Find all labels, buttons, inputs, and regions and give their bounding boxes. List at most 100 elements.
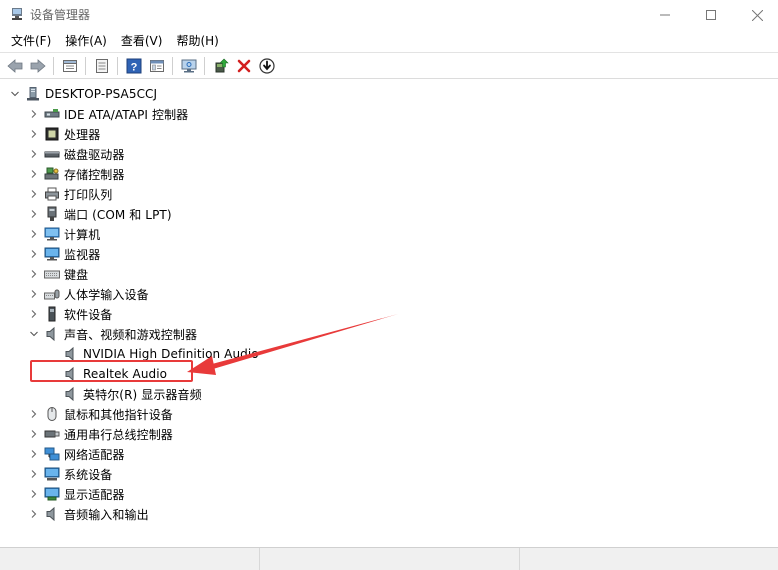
chevron-down-icon[interactable] <box>27 324 41 344</box>
tree-category-keyboard[interactable]: 键盘 <box>27 264 88 284</box>
tree-category-storage[interactable]: 存储控制器 <box>27 164 125 184</box>
tree-category-label: 监视器 <box>64 247 101 262</box>
software-device-icon <box>44 306 60 322</box>
back-arrow-icon <box>6 58 22 73</box>
disk-drive-icon <box>44 146 60 162</box>
computer-icon <box>44 226 60 242</box>
chevron-right-icon[interactable] <box>27 464 41 484</box>
chevron-right-icon[interactable] <box>27 204 41 224</box>
menu-help[interactable]: 帮助(H) <box>169 31 225 51</box>
tree-category-mouse[interactable]: 鼠标和其他指针设备 <box>27 404 173 424</box>
tree-category-label: 人体学输入设备 <box>64 287 149 302</box>
tree-category-ide[interactable]: IDE ATA/ATAPI 控制器 <box>27 104 188 124</box>
list-view-button[interactable] <box>90 55 113 77</box>
maximize-button[interactable] <box>688 0 734 30</box>
help-icon: ? <box>126 58 141 73</box>
tree-category-label: 通用串行总线控制器 <box>64 427 173 442</box>
toolbar: ? <box>0 52 778 79</box>
toolbar-separator <box>117 56 118 75</box>
tree-category-label: 音频输入和输出 <box>64 507 149 522</box>
tree-category-label: 打印队列 <box>64 187 113 202</box>
chevron-right-icon[interactable] <box>27 104 41 124</box>
chevron-down-icon[interactable] <box>8 84 22 104</box>
status-pane <box>0 548 260 570</box>
tree-category-network[interactable]: 网络适配器 <box>27 444 125 464</box>
speaker-icon <box>44 506 60 522</box>
tree-category-monitor[interactable]: 监视器 <box>27 244 100 264</box>
toolbar-separator <box>85 56 86 75</box>
tree-category-audio-io[interactable]: 音频输入和输出 <box>27 504 149 524</box>
tree-category-software-device[interactable]: 软件设备 <box>27 304 112 324</box>
printer-icon <box>44 186 60 202</box>
enable-device-button[interactable] <box>255 55 278 77</box>
monitor-icon <box>44 246 60 262</box>
tree-category-label: 磁盘驱动器 <box>64 147 125 162</box>
menu-bar: 文件(F) 操作(A) 查看(V) 帮助(H) <box>0 30 778 52</box>
close-button[interactable] <box>734 0 778 30</box>
chevron-right-icon[interactable] <box>27 144 41 164</box>
chevron-right-icon[interactable] <box>27 284 41 304</box>
tree-root-node[interactable]: DESKTOP-PSA5CCJ <box>8 84 157 104</box>
tree-category-label: 存储控制器 <box>64 167 125 182</box>
tree-category-processor[interactable]: 处理器 <box>27 124 100 144</box>
tree-category-computer[interactable]: 计算机 <box>27 224 100 244</box>
chevron-right-icon[interactable] <box>27 304 41 324</box>
tree-category-label: 网络适配器 <box>64 447 125 462</box>
chevron-right-icon[interactable] <box>27 224 41 244</box>
device-manager-app-icon <box>9 6 25 22</box>
chevron-right-icon[interactable] <box>27 184 41 204</box>
ide-controller-icon <box>44 106 60 122</box>
mouse-icon <box>44 406 60 422</box>
tree-category-hid[interactable]: 人体学输入设备 <box>27 284 149 304</box>
details-button[interactable] <box>145 55 168 77</box>
tree-category-usb[interactable]: 通用串行总线控制器 <box>27 424 173 444</box>
chevron-right-icon[interactable] <box>27 504 41 524</box>
display-adapter-icon <box>44 486 60 502</box>
usb-icon <box>44 426 60 442</box>
minimize-button[interactable] <box>642 0 688 30</box>
storage-controller-icon <box>44 166 60 182</box>
annotation-highlight-box <box>30 360 193 382</box>
tree-category-display-adapters[interactable]: 显示适配器 <box>27 484 125 504</box>
scan-hardware-button[interactable] <box>177 55 200 77</box>
tree-category-print-queue[interactable]: 打印队列 <box>27 184 112 204</box>
tree-category-label: 显示适配器 <box>64 487 125 502</box>
help-button[interactable]: ? <box>122 55 145 77</box>
update-driver-button[interactable] <box>209 55 232 77</box>
chevron-right-icon[interactable] <box>27 404 41 424</box>
computer-root-icon <box>25 86 41 102</box>
tree-category-label: 计算机 <box>64 227 101 242</box>
list-view-icon <box>95 58 108 73</box>
chevron-right-icon[interactable] <box>27 444 41 464</box>
menu-view[interactable]: 查看(V) <box>114 31 170 51</box>
tree-category-disk[interactable]: 磁盘驱动器 <box>27 144 125 164</box>
chevron-right-icon[interactable] <box>27 264 41 284</box>
chevron-right-icon[interactable] <box>27 164 41 184</box>
properties-button[interactable] <box>58 55 81 77</box>
tree-category-label: 软件设备 <box>64 307 113 322</box>
back-button[interactable] <box>3 55 26 77</box>
chevron-right-icon[interactable] <box>27 484 41 504</box>
tree-category-system-devices[interactable]: 系统设备 <box>27 464 112 484</box>
menu-action[interactable]: 操作(A) <box>58 31 114 51</box>
tree-category-sound[interactable]: 声音、视频和游戏控制器 <box>27 324 197 344</box>
keyboard-icon <box>44 266 60 282</box>
details-icon <box>149 59 164 72</box>
network-icon <box>44 446 60 462</box>
uninstall-button[interactable] <box>232 55 255 77</box>
scan-hardware-icon <box>181 59 196 72</box>
properties-icon <box>62 59 77 72</box>
port-icon <box>44 206 60 222</box>
forward-button[interactable] <box>26 55 49 77</box>
tree-category-ports[interactable]: 端口 (COM 和 LPT) <box>27 204 172 224</box>
chevron-right-icon[interactable] <box>27 124 41 144</box>
close-icon <box>751 9 763 21</box>
tree-category-label: 端口 (COM 和 LPT) <box>64 207 172 222</box>
chevron-right-icon[interactable] <box>27 424 41 444</box>
chevron-right-icon[interactable] <box>27 244 41 264</box>
tree-device-intel-display-audio[interactable]: 英特尔(R) 显示器音频 <box>60 384 202 404</box>
device-tree[interactable]: DESKTOP-PSA5CCJ IDE ATA/ATAPI 控制器 处理器 磁盘… <box>1 80 777 545</box>
menu-file[interactable]: 文件(F) <box>4 31 58 51</box>
status-bar <box>0 547 778 570</box>
tree-category-label: 系统设备 <box>64 467 113 482</box>
